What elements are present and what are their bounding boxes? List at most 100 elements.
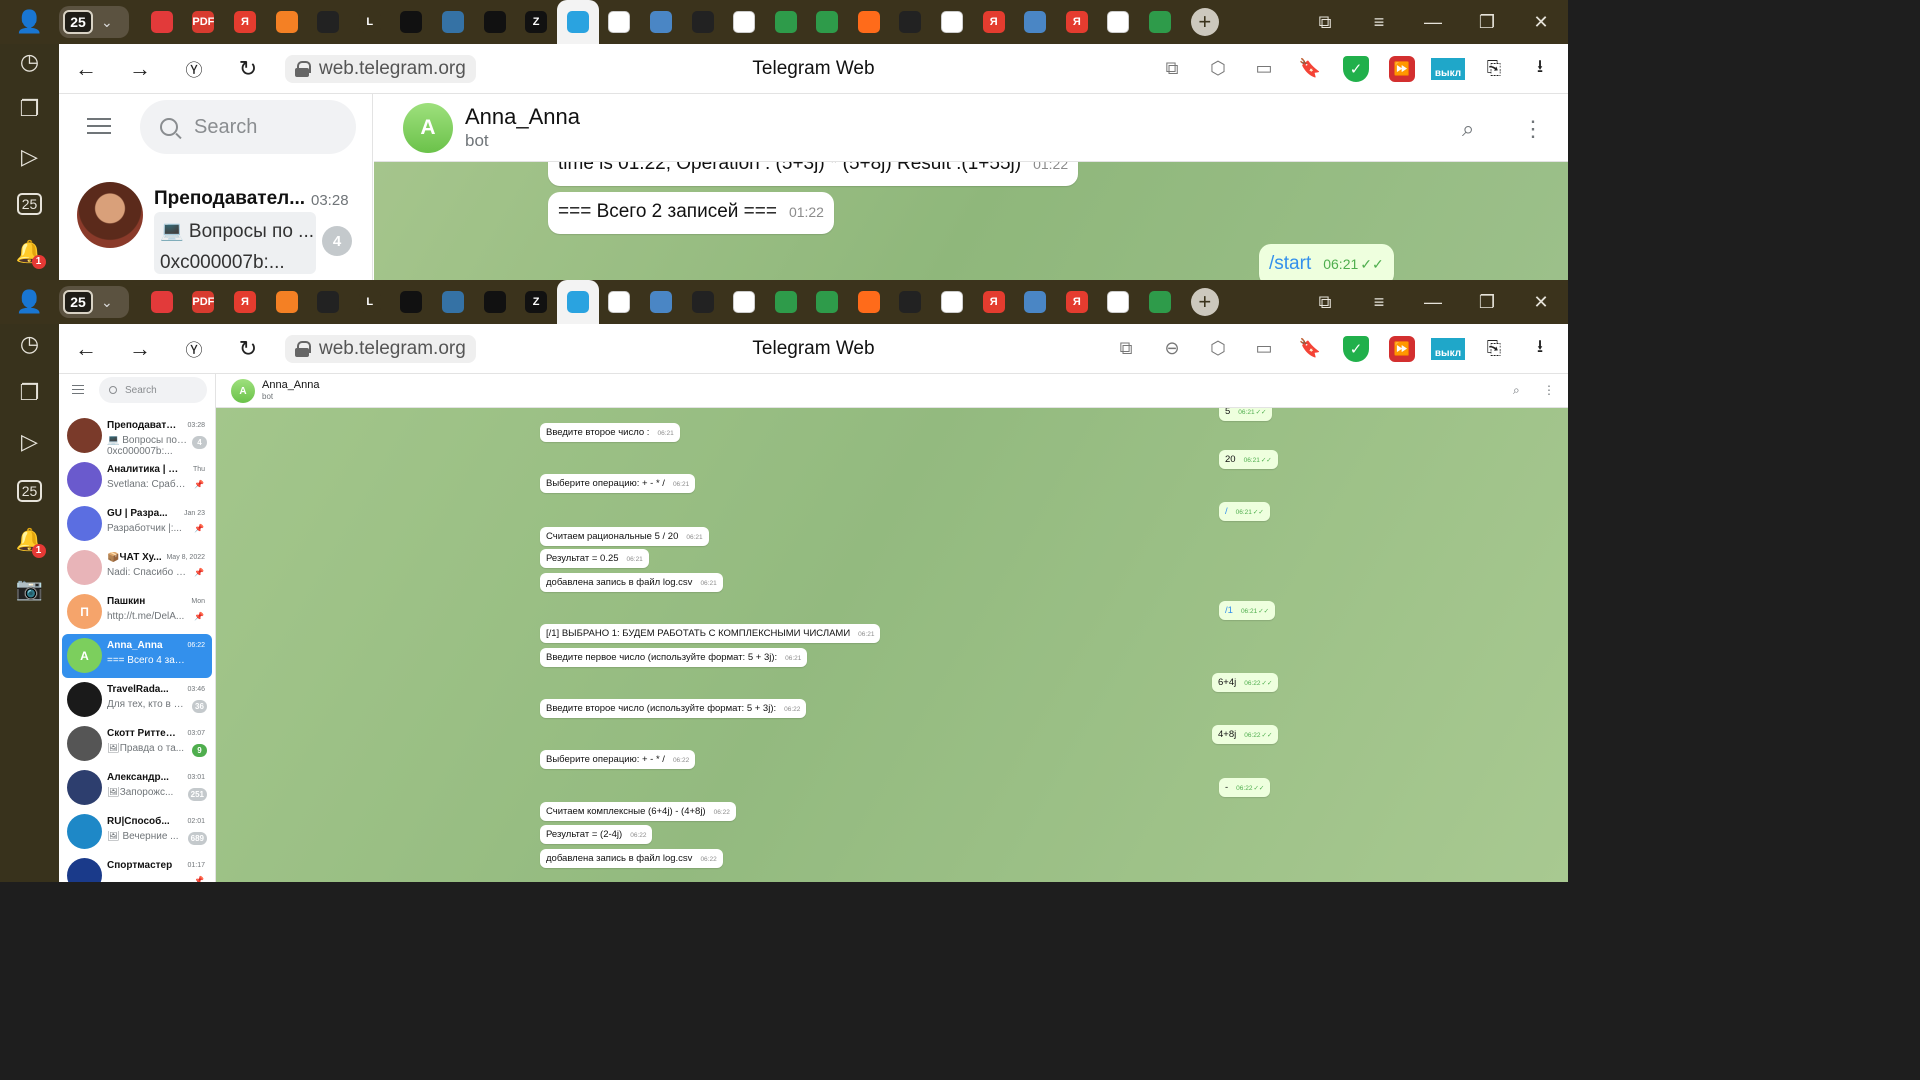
browser-tab[interactable] <box>432 280 474 324</box>
fastforward-icon[interactable]: ⏩ <box>1382 334 1422 364</box>
search-icon[interactable]: ⌕ <box>1513 383 1520 398</box>
menu-icon[interactable]: ≡ <box>1352 292 1406 313</box>
chat-title[interactable]: Anna_Anna <box>465 104 580 130</box>
maximize-button[interactable]: ❐ <box>1460 12 1514 33</box>
history-icon[interactable]: ◷ <box>10 324 50 364</box>
browser-tab[interactable] <box>599 280 641 324</box>
forward-button[interactable]: → <box>113 56 167 82</box>
profile-icon[interactable]: 👤 <box>0 280 59 324</box>
avatar[interactable]: A <box>231 379 255 403</box>
avatar[interactable]: A <box>403 103 453 153</box>
zoom-out-icon[interactable]: ⊖ <box>1152 334 1192 364</box>
minimize-button[interactable]: — <box>1406 12 1460 33</box>
play-icon[interactable]: ▷ <box>10 422 50 462</box>
chat-list-item[interactable]: Скотт Риттер ... 03:07 🖼Правда о та... 9 <box>62 722 212 766</box>
close-button[interactable]: ✕ <box>1514 12 1568 33</box>
browser-tab[interactable] <box>931 280 973 324</box>
tab-counter[interactable]: 25 ⌄ <box>59 6 129 38</box>
reload-button[interactable]: ↻ <box>221 336 275 362</box>
browser-tab[interactable]: Я <box>224 280 266 324</box>
browser-tab[interactable] <box>1098 0 1140 44</box>
browser-tab[interactable]: Я <box>973 280 1015 324</box>
new-tab-button[interactable]: + <box>1190 8 1219 36</box>
fastforward-icon[interactable]: ⏩ <box>1382 54 1422 84</box>
browser-tab[interactable]: Я <box>973 0 1015 44</box>
search-input[interactable]: Search <box>99 377 207 403</box>
browser-tab[interactable] <box>931 0 973 44</box>
chat-list-item[interactable]: TravelRada... 03:46 Для тех, кто в р... 36 <box>62 678 212 722</box>
browser-tab[interactable] <box>391 0 433 44</box>
search-input[interactable]: Search <box>140 100 356 154</box>
vpn-off-icon[interactable]: выкл <box>1428 54 1468 84</box>
collections-icon[interactable]: ❐ <box>10 373 50 413</box>
browser-tab[interactable]: L <box>349 280 391 324</box>
browser-tab[interactable] <box>890 0 932 44</box>
chat-list-item[interactable]: Преподавател... 03:28 💻 Вопросы по ... 0x… <box>77 180 367 276</box>
translate-icon[interactable]: ⎘ <box>1474 334 1514 364</box>
reader-icon[interactable]: ▭ <box>1244 54 1284 84</box>
browser-tab[interactable] <box>848 0 890 44</box>
tabs-overview-icon[interactable]: ⧉ <box>1298 12 1352 33</box>
more-icon[interactable]: ⋮ <box>1522 116 1544 142</box>
browser-tab[interactable] <box>807 0 849 44</box>
forward-button[interactable]: → <box>113 336 167 362</box>
browser-tab[interactable]: PDF <box>183 0 225 44</box>
browser-tab[interactable] <box>765 0 807 44</box>
chat-list-item[interactable]: RU|Способ... 02:01 🖼 Вечерние ... 689 <box>62 810 212 854</box>
browser-tab[interactable] <box>848 280 890 324</box>
yandex-home-button[interactable]: Ⓨ <box>167 336 221 361</box>
back-button[interactable]: ← <box>59 56 113 82</box>
chat-list-item[interactable]: Спортмастер 01:17 📌 <box>62 854 212 882</box>
bell-icon[interactable]: 🔔 1 <box>10 520 50 560</box>
translate-icon[interactable]: ⎘ <box>1474 54 1514 84</box>
chat-title[interactable]: Anna_Anna <box>262 379 320 391</box>
browser-tab[interactable] <box>1014 0 1056 44</box>
search-icon[interactable]: ⌕ <box>1462 116 1474 142</box>
browser-tab[interactable] <box>391 280 433 324</box>
tab-counter[interactable]: 25 ⌄ <box>59 286 129 318</box>
browser-tab[interactable] <box>266 0 308 44</box>
maximize-button[interactable]: ❐ <box>1460 292 1514 313</box>
browser-tab[interactable] <box>723 280 765 324</box>
chat-list-item[interactable]: GU | Разра... Jan 23 Разработчик |:... 📌 <box>62 502 212 546</box>
browser-tab[interactable]: Z <box>515 0 557 44</box>
menu-icon[interactable] <box>87 118 111 139</box>
browser-tab[interactable] <box>141 280 183 324</box>
browser-tab[interactable]: L <box>349 0 391 44</box>
collections-icon[interactable]: ❐ <box>10 90 50 129</box>
browser-tab[interactable] <box>682 0 724 44</box>
menu-icon[interactable]: ≡ <box>1352 12 1406 33</box>
vpn-off-icon[interactable]: выкл <box>1428 334 1468 364</box>
back-button[interactable]: ← <box>59 336 113 362</box>
browser-tab[interactable] <box>474 0 516 44</box>
shield-badge-icon[interactable]: ⬡ <box>1198 54 1238 84</box>
shield-badge-icon[interactable]: ⬡ <box>1198 334 1238 364</box>
url-field[interactable]: web.telegram.org <box>285 334 476 363</box>
browser-tab[interactable] <box>807 280 849 324</box>
browser-tab[interactable] <box>640 280 682 324</box>
bookmark-icon[interactable]: 🔖 <box>1290 334 1330 364</box>
minimize-button[interactable]: — <box>1406 292 1460 313</box>
protect-icon[interactable]: ✓ <box>1336 334 1376 364</box>
tabs-25-icon[interactable]: 25 <box>10 185 50 224</box>
chat-list-item[interactable]: Аналитика | 9 | ... Thu Svetlana: Сработ..… <box>62 458 212 502</box>
bell-icon[interactable]: 🔔 1 <box>10 233 50 272</box>
extensions-icon[interactable]: ⧉ <box>1152 54 1192 84</box>
browser-tab[interactable] <box>266 280 308 324</box>
browser-tab[interactable]: Я <box>1056 0 1098 44</box>
bookmark-icon[interactable]: 🔖 <box>1290 54 1330 84</box>
yandex-home-button[interactable]: Ⓨ <box>167 56 221 81</box>
browser-tab[interactable] <box>1139 280 1181 324</box>
protect-icon[interactable]: ✓ <box>1336 54 1376 84</box>
chat-list-item[interactable]: Александр... 03:01 🖼Запорожс... 251 <box>62 766 212 810</box>
new-tab-button[interactable]: + <box>1190 288 1219 316</box>
browser-tab[interactable] <box>474 280 516 324</box>
download-icon[interactable]: ⭳ <box>1520 334 1560 364</box>
browser-tab[interactable] <box>1098 280 1140 324</box>
browser-tab[interactable] <box>890 280 932 324</box>
browser-tab[interactable]: PDF <box>183 280 225 324</box>
browser-tab[interactable]: Z <box>515 280 557 324</box>
extensions-icon[interactable]: ⧉ <box>1106 334 1146 364</box>
browser-tab[interactable]: Я <box>1056 280 1098 324</box>
browser-tab[interactable] <box>307 280 349 324</box>
